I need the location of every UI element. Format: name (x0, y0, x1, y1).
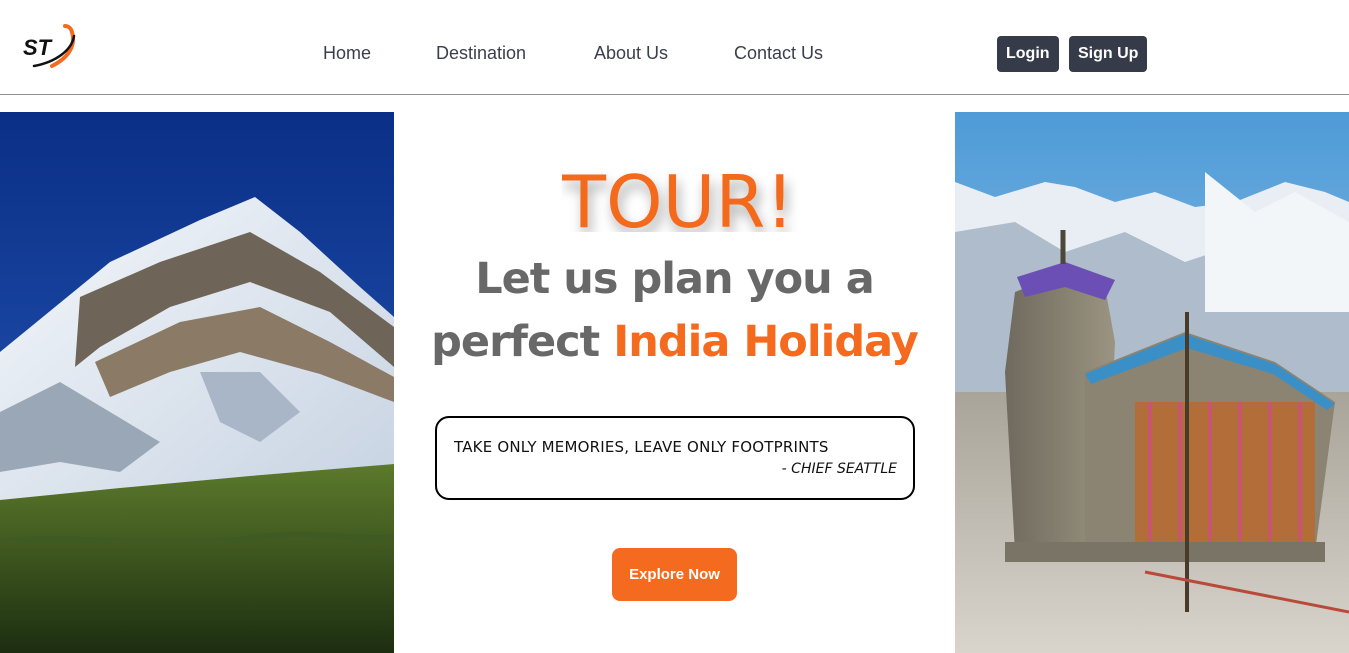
explore-now-button[interactable]: Explore Now (612, 548, 737, 601)
login-button[interactable]: Login (997, 36, 1059, 72)
tour-heading: TOUR! (562, 160, 794, 232)
hero-headline: Let us plan you a perfect India Holiday (394, 248, 955, 374)
tour-word: TOUR! (562, 160, 794, 232)
quote-text: TAKE ONLY MEMORIES, LEAVE ONLY FOOTPRINT… (454, 438, 829, 456)
navbar: ST Home Destination About Us Contact Us … (0, 0, 1349, 95)
nav-link-destination[interactable]: Destination (436, 43, 526, 64)
mountain-temple-photo (955, 112, 1349, 653)
nav-link-home[interactable]: Home (323, 43, 371, 64)
headline-line-1: Let us plan you a (475, 254, 875, 304)
hero-section: TOUR! Let us plan you a perfect India Ho… (394, 112, 955, 653)
headline-accent: India Holiday (613, 317, 919, 367)
quote-author: - CHIEF SEATTLE (781, 461, 897, 477)
quote-box: TAKE ONLY MEMORIES, LEAVE ONLY FOOTPRINT… (435, 416, 915, 500)
snow-mountain-photo (0, 112, 394, 653)
headline-prefix: perfect (431, 317, 614, 367)
nav-link-contact-us[interactable]: Contact Us (734, 43, 823, 64)
nav-link-about-us[interactable]: About Us (594, 43, 668, 64)
signup-button[interactable]: Sign Up (1069, 36, 1148, 72)
